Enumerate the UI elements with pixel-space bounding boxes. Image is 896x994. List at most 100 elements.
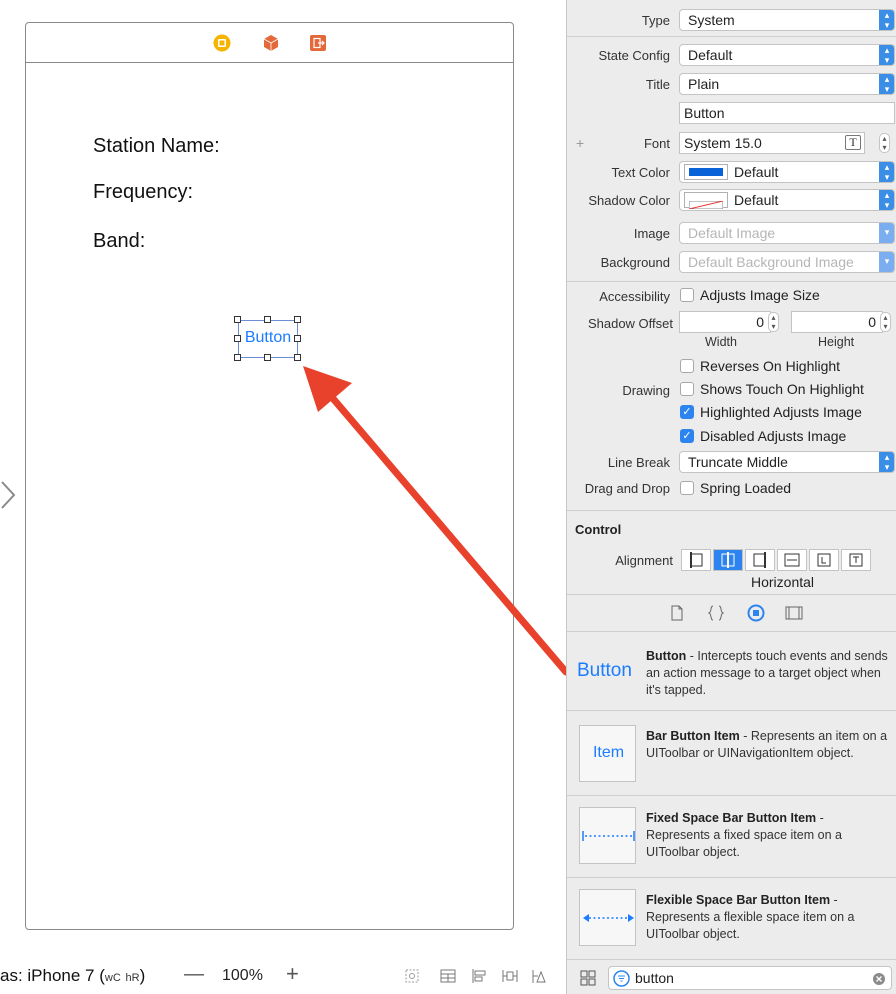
add-constraints-icon[interactable] (502, 968, 518, 984)
library-item-flexible-space[interactable]: Flexible Space Bar Button Item - Represe… (567, 882, 896, 956)
exit-icon[interactable] (309, 34, 327, 52)
clear-filter-icon[interactable] (873, 973, 885, 985)
align-center-segment[interactable] (713, 549, 743, 571)
disabled-adjusts-image-checkbox[interactable]: ✓ (680, 429, 694, 443)
resize-handle-bottom[interactable] (264, 354, 271, 361)
storyboard-canvas[interactable]: Station Name: Frequency: Band: Button as… (0, 0, 566, 994)
highlighted-adjusts-image-label: Highlighted Adjusts Image (700, 404, 862, 420)
view-controller-scene[interactable]: Station Name: Frequency: Band: Button (25, 22, 514, 930)
align-icon[interactable] (471, 968, 487, 984)
alignment-segmented-control[interactable] (681, 549, 896, 571)
title-label: Title (645, 77, 670, 92)
title-text-field[interactable]: Button (679, 102, 895, 124)
station-name-label[interactable]: Station Name: (93, 135, 220, 158)
shadow-color-popup[interactable]: Default ▴ ▾ (679, 189, 895, 211)
line-break-popup[interactable]: Truncate Middle ▴ ▾ (679, 451, 895, 473)
scene-dock (26, 23, 513, 63)
text-color-popup[interactable]: Default ▴ ▾ (679, 161, 895, 183)
library-item-bar-button[interactable]: Item Bar Button Item - Represents an ite… (567, 718, 896, 792)
zoom-level[interactable]: 100% (222, 967, 263, 985)
align-left-segment[interactable] (681, 549, 711, 571)
popup-arrows-icon: ▴ ▾ (879, 10, 894, 30)
resize-handle-top[interactable] (264, 316, 271, 323)
spring-loaded-checkbox[interactable] (680, 481, 694, 495)
band-label[interactable]: Band: (93, 230, 145, 253)
zoom-in-button[interactable]: + (286, 961, 299, 987)
shadow-height-field[interactable]: 0 (791, 311, 883, 333)
filter-input[interactable]: button (635, 970, 674, 986)
media-library-icon[interactable] (785, 605, 803, 621)
library-item-desc: Button - Intercepts touch events and sen… (646, 648, 891, 699)
view-as-device-button[interactable]: as: iPhone 7 (wC hR) (0, 966, 145, 986)
shadow-width-field[interactable]: 0 (679, 311, 771, 333)
device-prefix: as: iPhone 7 ( (0, 966, 105, 985)
text-color-value: Default (734, 164, 779, 180)
resize-handle-top-left[interactable] (234, 316, 241, 323)
zoom-out-button[interactable]: — (184, 963, 204, 986)
frequency-label[interactable]: Frequency: (93, 181, 193, 204)
update-frames-icon[interactable] (404, 968, 420, 984)
type-value: System (688, 12, 735, 28)
popup-arrows-icon: ▴ ▾ (879, 162, 894, 182)
font-field[interactable]: System 15.0 T (679, 132, 865, 154)
library-item-button[interactable]: Button Button - Intercepts touch events … (567, 640, 896, 706)
font-picker-icon[interactable]: T (845, 135, 861, 150)
selected-button[interactable]: Button (234, 316, 301, 361)
device-suffix: ) (139, 966, 146, 985)
state-config-row: State Config Default ▴ ▾ (567, 44, 896, 68)
image-combo[interactable]: Default Image ▾ (679, 222, 895, 244)
code-snippet-library-icon[interactable] (708, 605, 724, 621)
shows-touch-on-highlight-checkbox[interactable] (680, 382, 694, 396)
first-responder-icon[interactable] (262, 34, 280, 52)
library-item-fixed-space[interactable]: Fixed Space Bar Button Item - Represents… (567, 800, 896, 874)
align-trailing-segment[interactable] (841, 549, 871, 571)
align-right-segment[interactable] (745, 549, 775, 571)
resize-handle-bottom-right[interactable] (294, 354, 301, 361)
height-caption: Height (818, 335, 855, 349)
chevron-down-icon: ▾ (879, 252, 894, 272)
align-center-icon (721, 552, 735, 568)
shadow-height-stepper[interactable]: ▴ ▾ (880, 312, 891, 332)
state-config-popup[interactable]: Default ▴ ▾ (679, 44, 895, 66)
highlighted-adjusts-image-checkbox[interactable]: ✓ (680, 405, 694, 419)
align-fill-segment[interactable] (777, 549, 807, 571)
library-item-desc: Flexible Space Bar Button Item - Represe… (646, 892, 891, 943)
shadow-color-row: Shadow Color Default ▴ ▾ (567, 189, 896, 213)
shadow-color-swatch (684, 192, 728, 210)
fixed-space-icon (582, 831, 635, 841)
resize-handle-top-right[interactable] (294, 316, 301, 323)
align-trailing-icon (849, 553, 863, 567)
accessibility-label: Accessibility (599, 289, 670, 304)
grid-view-icon[interactable] (580, 970, 596, 986)
drag-and-drop-label: Drag and Drop (584, 481, 670, 496)
align-leading-segment[interactable] (809, 549, 839, 571)
resolve-auto-layout-icon[interactable] (532, 968, 548, 984)
adjusts-image-size-checkbox[interactable] (680, 288, 694, 302)
file-template-library-icon[interactable] (670, 605, 684, 621)
text-color-swatch (684, 164, 728, 180)
resize-handle-left[interactable] (234, 335, 241, 342)
divider (567, 594, 896, 595)
add-variation-button[interactable]: + (576, 135, 584, 151)
filter-icon (613, 970, 630, 987)
font-size-stepper[interactable]: ▴ ▾ (879, 133, 890, 153)
font-row: + Font System 15.0 T ▴ ▾ (567, 132, 896, 156)
filter-field[interactable]: button (608, 966, 892, 990)
title-style-popup[interactable]: Plain ▴ ▾ (679, 73, 895, 95)
align-fill-icon (784, 553, 800, 567)
resize-handle-right[interactable] (294, 335, 301, 342)
fixed-space-thumb (579, 807, 636, 864)
background-combo[interactable]: Default Background Image ▾ (679, 251, 895, 273)
line-break-row: Line Break Truncate Middle ▴ ▾ (567, 451, 896, 475)
object-library-icon[interactable] (747, 604, 765, 622)
reverses-on-highlight-label: Reverses On Highlight (700, 358, 841, 374)
embed-in-stack-icon[interactable] (440, 968, 456, 984)
divider (567, 36, 896, 37)
background-placeholder: Default Background Image (688, 254, 854, 270)
resize-handle-bottom-left[interactable] (234, 354, 241, 361)
reverses-on-highlight-checkbox[interactable] (680, 359, 694, 373)
type-popup[interactable]: System ▴ ▾ (679, 9, 895, 31)
shadow-width-stepper[interactable]: ▴ ▾ (768, 312, 779, 332)
divider (567, 795, 896, 796)
view-controller-icon[interactable] (213, 34, 231, 52)
